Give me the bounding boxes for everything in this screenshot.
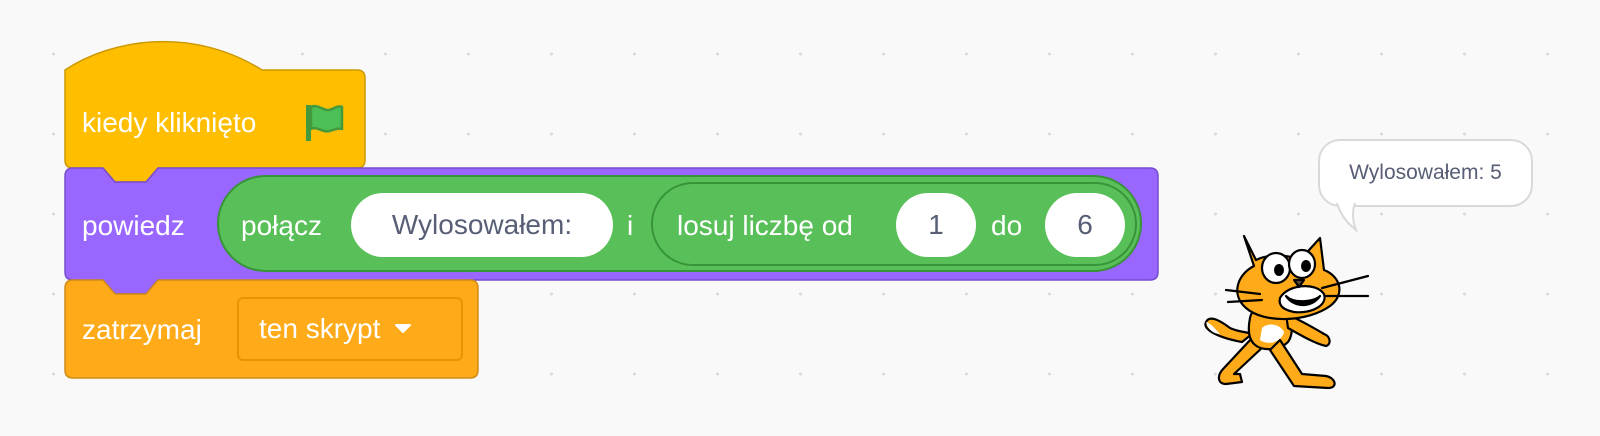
random-to-label: do: [991, 210, 1023, 241]
hat-block-label[interactable]: kiedy kliknięto: [82, 109, 256, 137]
join-label: połącz: [241, 210, 322, 241]
cat-sprite-icon[interactable]: [1190, 210, 1380, 400]
speech-bubble: Wylosowałem: 5: [1318, 139, 1533, 207]
green-flag-icon[interactable]: [302, 101, 346, 145]
stop-option-value: ten skrypt: [259, 313, 381, 344]
join-connector: i: [627, 210, 634, 241]
stop-option-dropdown[interactable]: ten skrypt: [237, 297, 463, 361]
random-from-input[interactable]: 1: [896, 193, 976, 257]
random-label: losuj liczbę od: [677, 210, 853, 241]
join-input-text[interactable]: Wylosowałem:: [351, 193, 613, 257]
chevron-down-icon: [395, 324, 412, 333]
say-block-label[interactable]: powiedz: [82, 212, 185, 240]
stop-block-label[interactable]: zatrzymaj: [82, 316, 202, 344]
random-to-input[interactable]: 6: [1045, 193, 1125, 257]
speech-bubble-text: Wylosowałem: 5: [1349, 161, 1502, 184]
